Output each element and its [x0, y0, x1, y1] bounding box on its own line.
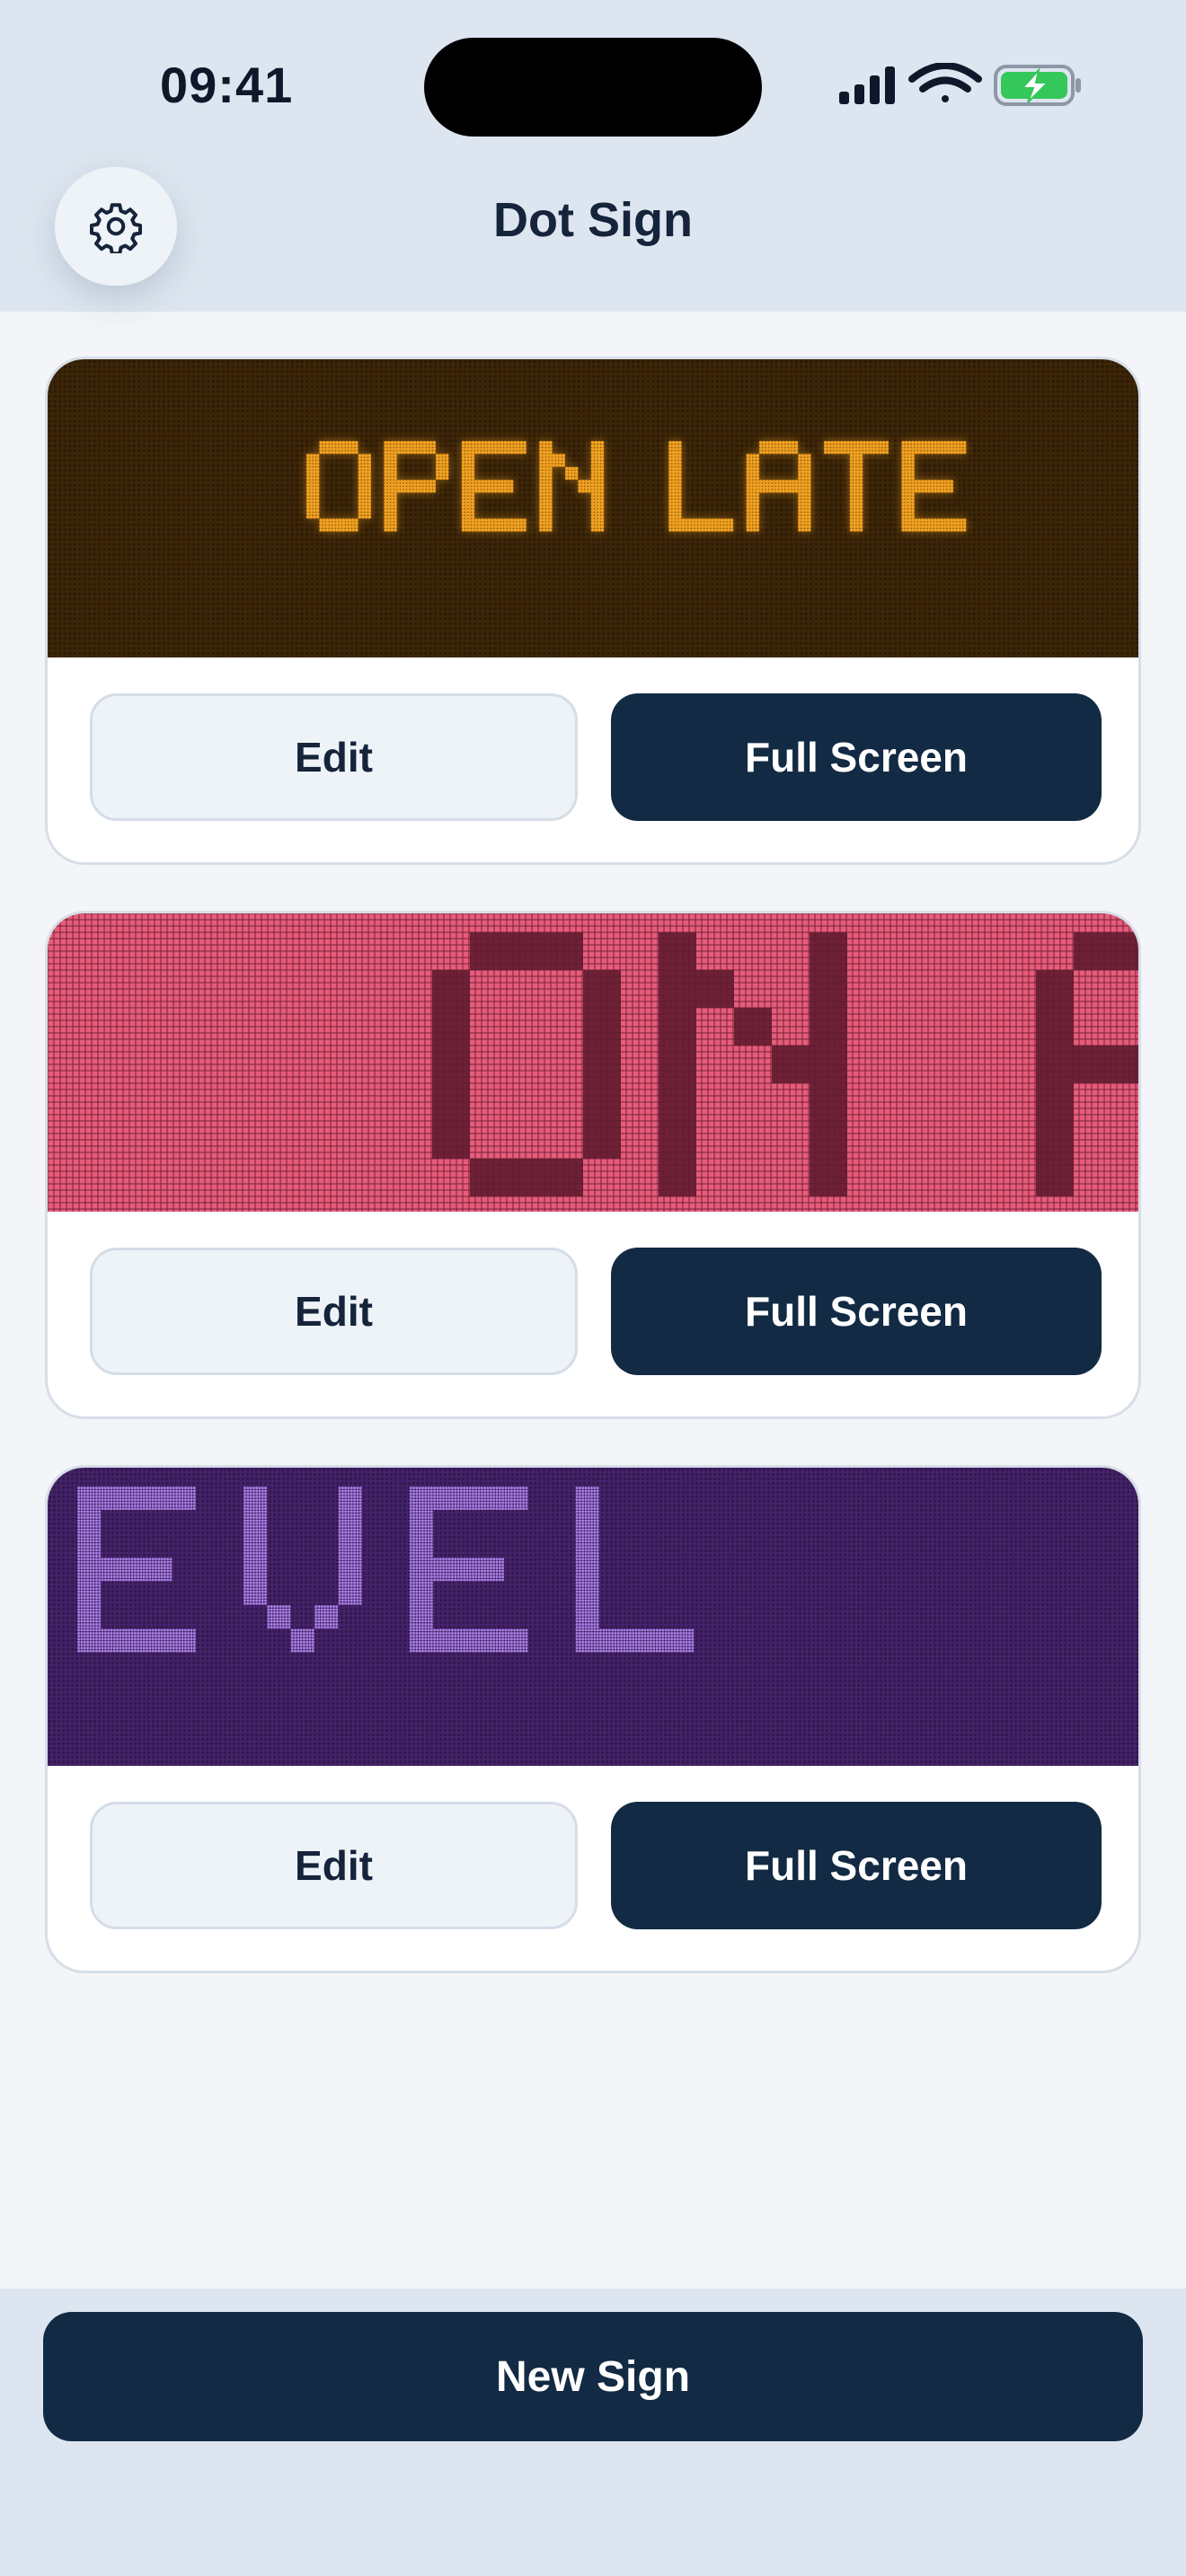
grid-overlay	[48, 913, 1138, 1212]
wifi-icon	[908, 63, 982, 102]
full-screen-button[interactable]: Full Screen	[611, 1802, 1102, 1929]
sign-preview[interactable]	[48, 359, 1138, 657]
full-screen-button[interactable]: Full Screen	[611, 1248, 1102, 1375]
sign-card: Edit Full Screen	[45, 1465, 1141, 1973]
edit-button[interactable]: Edit	[90, 693, 578, 821]
bottom-bar: New Sign	[0, 2289, 1186, 2576]
edit-button[interactable]: Edit	[90, 1248, 578, 1375]
sign-card: Edit Full Screen	[45, 911, 1141, 1419]
status-bar: 09:41	[0, 0, 1186, 171]
status-icons	[839, 63, 1081, 106]
status-time: 09:41	[160, 57, 294, 113]
dynamic-island	[424, 38, 762, 137]
dot-matrix-display	[48, 359, 1138, 657]
page-title: Dot Sign	[493, 193, 693, 247]
sign-preview[interactable]	[48, 1468, 1138, 1766]
dot-grid-texture	[48, 359, 1138, 657]
dot-matrix-display	[48, 1468, 1138, 1766]
new-sign-button[interactable]: New Sign	[43, 2312, 1143, 2441]
sign-card: Edit Full Screen	[45, 357, 1141, 865]
app-screen: 09:41 Dot Sign Edit Full Screen Edit Ful…	[0, 0, 1186, 2576]
cellular-signal-icon	[839, 66, 895, 104]
dot-matrix-display	[48, 913, 1138, 1212]
battery-charging-icon	[994, 65, 1081, 106]
sign-preview[interactable]	[48, 913, 1138, 1212]
top-bar: 09:41 Dot Sign	[0, 0, 1186, 312]
edit-button[interactable]: Edit	[90, 1802, 578, 1929]
full-screen-button[interactable]: Full Screen	[611, 693, 1102, 821]
